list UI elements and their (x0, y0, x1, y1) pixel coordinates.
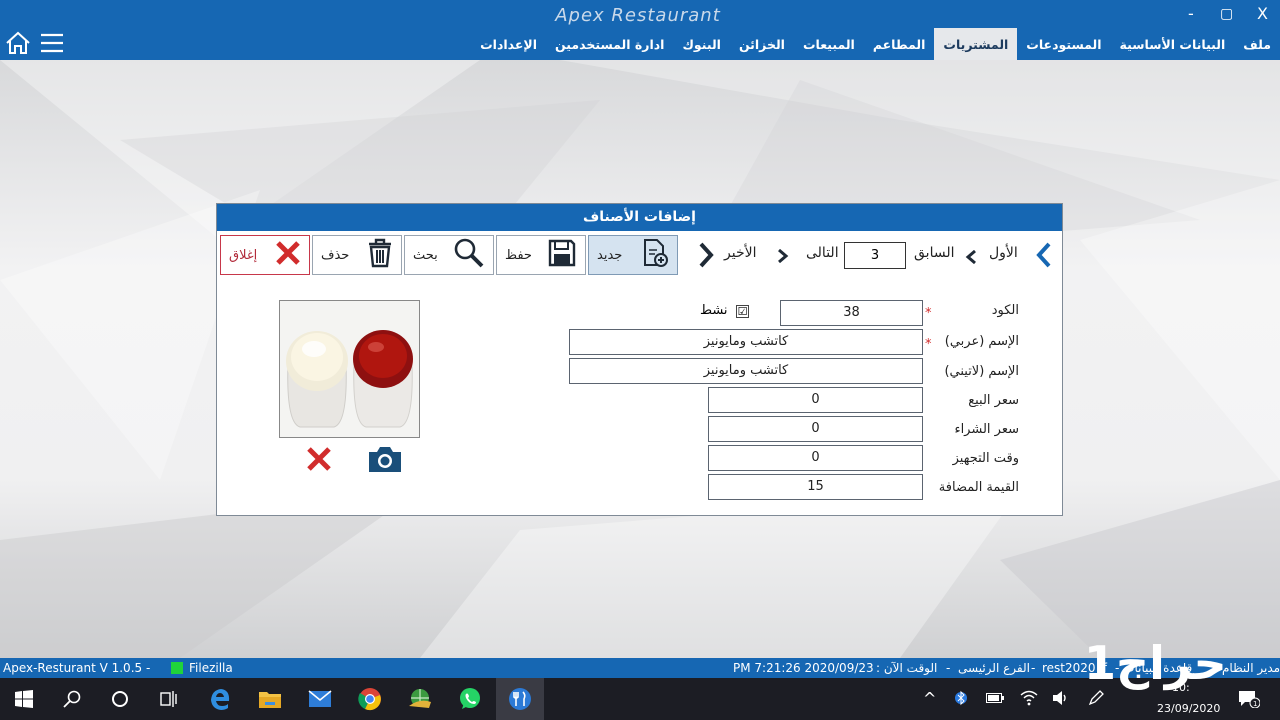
search-button[interactable]: بحث (404, 235, 494, 275)
show-hidden-icons-chevron-icon[interactable]: ^ (923, 689, 936, 708)
close-form-button[interactable]: إغلاق (220, 235, 310, 275)
camera-icon[interactable] (367, 444, 403, 478)
title-bar: Apex Restaurant - ▢ X ملف البيانات الأسا… (0, 0, 1280, 60)
purchase-price-label: سعر الشراء (954, 422, 1019, 437)
trash-icon (367, 238, 393, 272)
delete-button[interactable]: حذف (312, 235, 402, 275)
menu-file[interactable]: ملف (1234, 28, 1280, 60)
item-photo (279, 300, 420, 438)
edge-browser-icon[interactable] (196, 678, 244, 720)
apex-restaurant-app-icon[interactable] (496, 678, 544, 720)
vat-label: القيمة المضافة (938, 480, 1019, 495)
nav-first-label[interactable]: الأول (989, 245, 1018, 261)
new-document-icon (641, 238, 669, 272)
new-button-label: جديد (597, 247, 623, 263)
internet-download-manager-icon[interactable] (396, 678, 444, 720)
save-disk-icon (547, 238, 577, 272)
maximize-button[interactable]: ▢ (1220, 6, 1233, 22)
current-datetime: PM 7:21:26 2020/09/23 (733, 661, 874, 675)
app-version: Apex-Resturant V 1.0.5 - (3, 661, 151, 675)
delete-button-label: حذف (321, 247, 350, 263)
name-arabic-label: الإسم (عربي) (944, 334, 1019, 349)
record-number-input[interactable]: 3 (844, 242, 906, 269)
chrome-icon[interactable] (346, 678, 394, 720)
first-record-icon[interactable] (1035, 242, 1053, 272)
new-button[interactable]: جديد (588, 235, 678, 275)
save-button-label: حفظ (505, 247, 532, 263)
main-menu: ملف البيانات الأساسية المستودعات المشتري… (471, 28, 1280, 60)
sale-price-label: سعر البيع (968, 393, 1019, 408)
menu-user-management[interactable]: ادارة المستخدمين (546, 28, 673, 60)
tray-clock-date[interactable]: 23/09/2020 (1157, 702, 1220, 715)
name-required-mark: * (925, 337, 932, 352)
current-user: مدير النظام (1222, 661, 1280, 675)
remove-photo-icon[interactable] (306, 446, 332, 476)
menu-warehouses[interactable]: المستودعات (1017, 28, 1110, 60)
current-time-label: : الوقت الآن (876, 661, 938, 675)
filezilla-status-indicator (171, 662, 183, 674)
mail-icon[interactable] (296, 678, 344, 720)
close-x-icon (275, 240, 301, 270)
dialog-title: إضافات الأصناف (217, 204, 1062, 231)
name-arabic-field[interactable]: كاتشب ومايونيز (569, 329, 923, 355)
wifi-icon[interactable] (1020, 690, 1038, 709)
active-label: نشط (700, 303, 728, 318)
status-separator: - (946, 661, 951, 675)
menu-restaurants[interactable]: المطاعم (864, 28, 935, 60)
code-field[interactable]: 38 (780, 300, 923, 326)
menu-treasuries[interactable]: الخزائن (730, 28, 794, 60)
bluetooth-icon[interactable] (955, 690, 967, 709)
home-icon[interactable] (5, 31, 31, 59)
close-button-label: إغلاق (229, 247, 258, 263)
purchase-price-field[interactable]: 0 (708, 416, 923, 442)
minimize-button[interactable]: - (1188, 4, 1194, 23)
prep-time-field[interactable]: 0 (708, 445, 923, 471)
whatsapp-icon[interactable] (446, 678, 494, 720)
search-icon[interactable] (48, 678, 96, 720)
search-button-label: بحث (413, 247, 438, 263)
nav-previous-label[interactable]: السابق (914, 245, 954, 261)
cortana-icon[interactable] (96, 678, 144, 720)
nav-last-label[interactable]: الأخير (724, 245, 756, 261)
battery-icon[interactable] (986, 693, 1004, 706)
app-title: Apex Restaurant (555, 5, 721, 26)
prep-time-label: وقت التجهيز (952, 451, 1019, 466)
branch-name: الفرع الرئيسى (958, 661, 1030, 675)
vat-field[interactable]: 15 (708, 474, 923, 500)
code-label: الكود (991, 303, 1019, 318)
menu-banks[interactable]: البنوك (673, 28, 729, 60)
previous-record-icon[interactable] (965, 249, 977, 268)
save-button[interactable]: حفظ (496, 235, 586, 275)
name-latin-field[interactable]: كاتشب ومايونيز (569, 358, 923, 384)
task-view-icon[interactable] (144, 678, 192, 720)
item-additions-dialog: إضافات الأصناف جديد حفظ بحث حذف إغلاق ال… (216, 203, 1063, 516)
close-window-button[interactable]: X (1257, 4, 1268, 23)
filezilla-label: Filezilla (189, 661, 233, 675)
status-separator: - (1031, 661, 1036, 675)
menu-purchases[interactable]: المشتريات (934, 28, 1018, 60)
pen-ink-icon[interactable] (1088, 690, 1104, 709)
search-icon (453, 237, 485, 273)
windows-start-icon[interactable] (0, 678, 48, 720)
menu-sales[interactable]: المبيعات (794, 28, 864, 60)
watermark: حراج1 (1084, 636, 1227, 690)
menu-settings[interactable]: الإعدادات (471, 28, 546, 60)
name-latin-label: الإسم (لاتيني) (944, 364, 1019, 379)
volume-icon[interactable] (1052, 690, 1070, 709)
file-explorer-icon[interactable] (246, 678, 294, 720)
last-record-icon[interactable] (697, 242, 715, 272)
sale-price-field[interactable]: 0 (708, 387, 923, 413)
active-checkbox[interactable]: ☑ (736, 305, 749, 318)
svg-text:1: 1 (1253, 700, 1257, 708)
code-required-mark: * (925, 306, 932, 321)
hamburger-menu-icon[interactable] (40, 33, 64, 57)
menu-master-data[interactable]: البيانات الأساسية (1111, 28, 1235, 60)
next-record-icon[interactable] (777, 248, 789, 267)
nav-next-label[interactable]: التالى (806, 245, 839, 261)
notifications-icon[interactable]: 1 (1238, 690, 1261, 711)
